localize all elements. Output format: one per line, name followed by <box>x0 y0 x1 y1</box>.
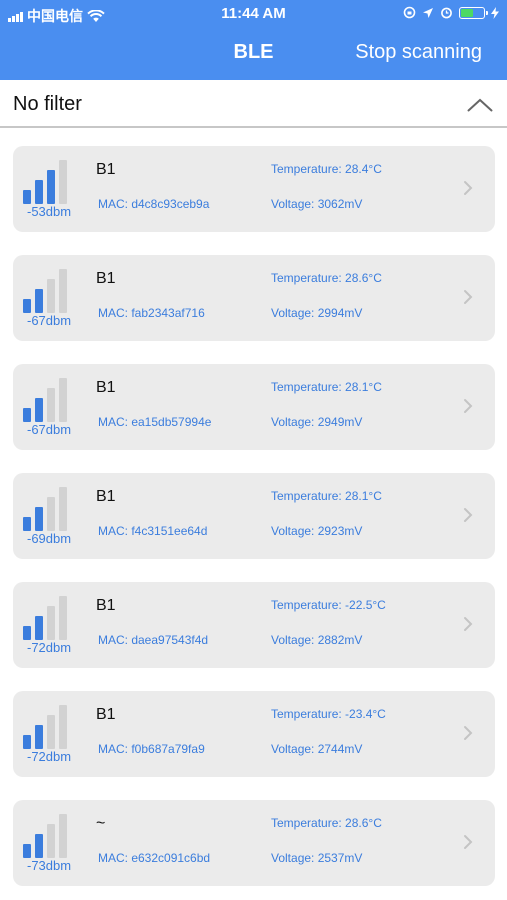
signal-strength-icon <box>23 376 87 422</box>
charging-icon <box>491 6 499 19</box>
voltage-reading: Voltage: 2537mV <box>271 851 363 865</box>
chevron-up-icon[interactable] <box>467 98 493 112</box>
signal-bar <box>59 160 67 204</box>
temperature-reading: Temperature: 28.1°C <box>271 380 382 394</box>
device-card[interactable]: -69dbm B1 MAC: f4c3151ee64d Temperature: 28… <box>13 473 495 559</box>
status-icons <box>403 6 499 19</box>
signal-bar <box>59 705 67 749</box>
device-card[interactable]: -67dbm B1 MAC: fab2343af716 Temperature: 28… <box>13 255 495 341</box>
signal-bar <box>35 834 43 858</box>
signal-bar <box>47 606 55 640</box>
signal-bar <box>47 715 55 749</box>
signal-strength-icon <box>23 812 87 858</box>
device-name: B1 <box>96 488 116 505</box>
chevron-right-icon <box>464 290 473 304</box>
temperature-reading: Temperature: 28.1°C <box>271 489 382 503</box>
device-card[interactable]: -67dbm B1 MAC: ea15db57994e Temperature: 28… <box>13 364 495 450</box>
signal-bar <box>47 279 55 313</box>
mac-address: MAC: fab2343af716 <box>98 306 205 320</box>
signal-bar <box>35 398 43 422</box>
signal-bar <box>23 517 31 531</box>
mac-address: MAC: ea15db57994e <box>98 415 212 429</box>
signal-bar <box>59 814 67 858</box>
temperature-reading: Temperature: 28.6°C <box>271 816 382 830</box>
chevron-right-icon <box>464 617 473 631</box>
rssi-value: -67dbm <box>27 422 72 437</box>
device-name: B1 <box>96 597 116 614</box>
mac-address: MAC: f4c3151ee64d <box>98 524 208 538</box>
signal-bar <box>59 269 67 313</box>
temperature-reading: Temperature: -23.4°C <box>271 707 386 721</box>
signal-bar <box>59 378 67 422</box>
signal-bar <box>47 497 55 531</box>
signal-bar <box>47 388 55 422</box>
signal-bar <box>59 487 67 531</box>
signal-strength-icon <box>23 703 87 749</box>
device-name: B1 <box>96 270 116 287</box>
voltage-reading: Voltage: 2994mV <box>271 306 363 320</box>
rssi-value: -72dbm <box>27 749 72 764</box>
location-icon <box>423 7 433 18</box>
temperature-reading: Temperature: 28.6°C <box>271 271 382 285</box>
mac-address: MAC: e632c091c6bd <box>98 851 211 865</box>
device-card[interactable]: -73dbm ~ MAC: e632c091c6bd Temperature: 28.… <box>13 800 495 886</box>
rotation-lock-icon <box>403 6 416 19</box>
battery-level <box>461 8 473 17</box>
signal-bar <box>23 408 31 422</box>
device-name: B1 <box>96 706 116 723</box>
rssi-value: -67dbm <box>27 313 72 328</box>
signal-bar <box>23 299 31 313</box>
voltage-reading: Voltage: 3062mV <box>271 197 363 211</box>
signal-bar <box>47 824 55 858</box>
temperature-reading: Temperature: -22.5°C <box>271 598 386 612</box>
device-name: ~ <box>96 815 106 832</box>
signal-bar <box>35 616 43 640</box>
chevron-right-icon <box>464 726 473 740</box>
battery-icon <box>459 6 488 19</box>
signal-bar <box>23 190 31 204</box>
signal-bar <box>35 180 43 204</box>
device-card[interactable]: -72dbm B1 MAC: f0b687a79fa9 Temperature: -2… <box>13 691 495 777</box>
status-bar: 中国电信 11:44 AM <box>0 0 507 28</box>
signal-bar <box>59 596 67 640</box>
signal-strength-icon <box>23 267 87 313</box>
rssi-value: -69dbm <box>27 531 72 546</box>
voltage-reading: Voltage: 2949mV <box>271 415 363 429</box>
signal-strength-icon <box>23 485 87 531</box>
rssi-value: -73dbm <box>27 858 72 873</box>
chevron-right-icon <box>464 835 473 849</box>
chevron-right-icon <box>464 399 473 413</box>
mac-address: MAC: f0b687a79fa9 <box>98 742 205 756</box>
chevron-right-icon <box>464 508 473 522</box>
signal-bar <box>35 289 43 313</box>
device-card[interactable]: -72dbm B1 MAC: daea97543f4d Temperature: -2… <box>13 582 495 668</box>
rssi-value: -53dbm <box>27 204 72 219</box>
alarm-icon <box>441 7 452 19</box>
signal-bar <box>35 507 43 531</box>
filter-label: No filter <box>13 93 82 115</box>
signal-bar <box>35 725 43 749</box>
device-name: B1 <box>96 379 116 396</box>
signal-bar <box>23 735 31 749</box>
signal-strength-icon <box>23 594 87 640</box>
voltage-reading: Voltage: 2882mV <box>271 633 363 647</box>
device-name: B1 <box>96 161 116 178</box>
signal-strength-icon <box>23 158 87 204</box>
device-card[interactable]: -53dbm B1 MAC: d4c8c93ceb9a Temperature: 28… <box>13 146 495 232</box>
temperature-reading: Temperature: 28.4°C <box>271 162 382 176</box>
stop-scanning-button[interactable]: Stop scanning <box>355 41 482 64</box>
rssi-value: -72dbm <box>27 640 72 655</box>
app-header: 中国电信 11:44 AM BLE Stop scanning <box>0 0 507 80</box>
filter-toggle[interactable]: No filter <box>0 80 507 128</box>
chevron-right-icon <box>464 181 473 195</box>
signal-bar <box>23 626 31 640</box>
mac-address: MAC: d4c8c93ceb9a <box>98 197 210 211</box>
signal-bar <box>47 170 55 204</box>
voltage-reading: Voltage: 2744mV <box>271 742 363 756</box>
mac-address: MAC: daea97543f4d <box>98 633 209 647</box>
voltage-reading: Voltage: 2923mV <box>271 524 363 538</box>
signal-bar <box>23 844 31 858</box>
